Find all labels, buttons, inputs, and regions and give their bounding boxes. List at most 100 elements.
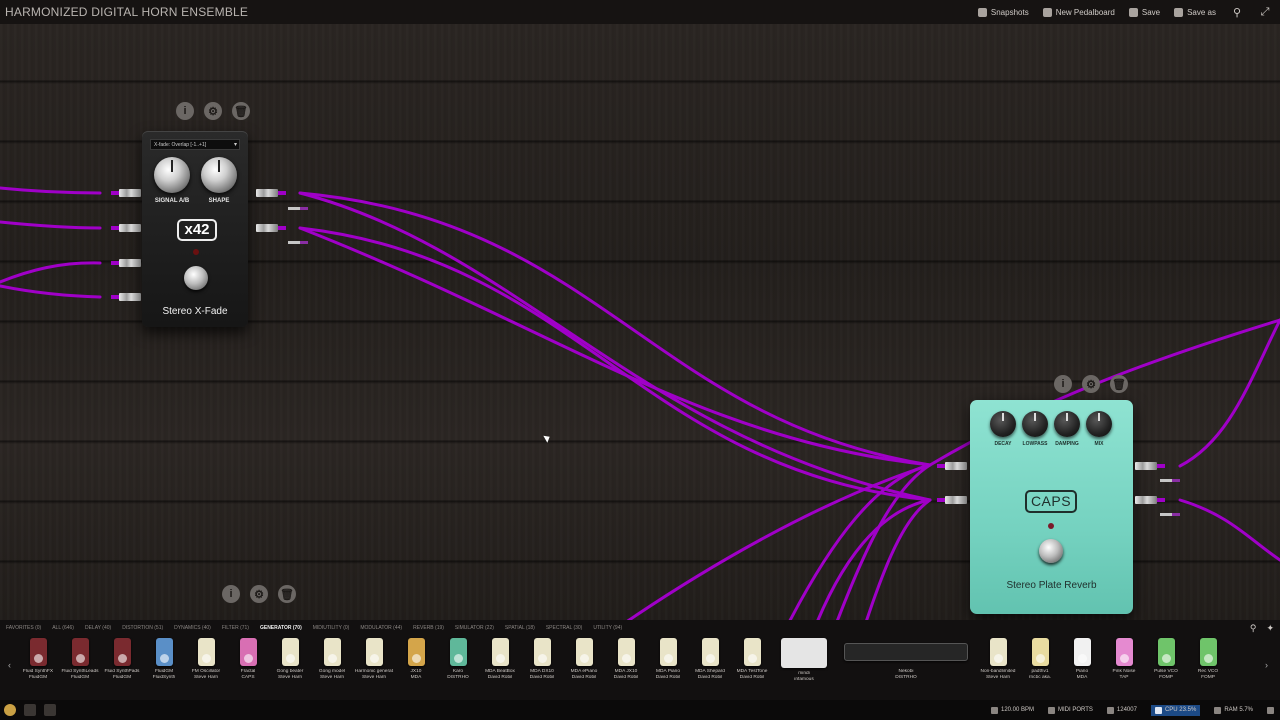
plugin-item[interactable]: MDA BeatBox David Robil <box>480 638 520 681</box>
cable-plug[interactable] <box>1160 513 1180 516</box>
output-jack[interactable] <box>1135 496 1165 504</box>
output-jack[interactable] <box>1135 462 1165 470</box>
category-tab[interactable]: REVERB (19) <box>413 625 444 631</box>
info-icon[interactable]: i <box>176 102 194 120</box>
ram-indicator[interactable]: RAM 5.7% <box>1214 706 1253 714</box>
pin-icon[interactable]: ✦ <box>1266 623 1274 634</box>
category-tab[interactable]: FAVORITES (0) <box>6 625 41 631</box>
file-manager-icon[interactable] <box>24 704 36 716</box>
plugin-item[interactable]: Piano MDA <box>1062 638 1102 681</box>
cable-plug[interactable] <box>1160 479 1180 482</box>
save-as-button[interactable]: Save as <box>1174 7 1216 17</box>
plugin-author: David Robil <box>613 675 639 680</box>
settings-icon[interactable]: ⚙ <box>204 102 222 120</box>
plugin-item[interactable]: FluidGM FluidSynth <box>144 638 184 681</box>
plugin-item[interactable]: FM Oscillator Steve Harri <box>186 638 226 681</box>
category-tab[interactable]: SPECTRAL (30) <box>546 625 583 631</box>
category-tab[interactable]: ALL (646) <box>52 625 74 631</box>
trash-icon[interactable]: 🗑 <box>1110 375 1128 393</box>
fullscreen-icon[interactable]: ⤢ <box>1258 5 1272 19</box>
plugin-item[interactable]: Pink Noise TAP <box>1104 638 1144 681</box>
chevron-right-icon[interactable]: › <box>1265 660 1268 670</box>
category-tab[interactable]: MIDIUTILITY (0) <box>313 625 350 631</box>
midi-ports-button[interactable]: MIDI PORTS <box>1048 706 1093 714</box>
topbar-actions: Snapshots New Pedalboard Save Save as ⚲ … <box>977 5 1280 19</box>
input-jack[interactable] <box>111 224 141 232</box>
plugin-item[interactable]: MDA ePiano David Robil <box>564 638 604 681</box>
plugin-item[interactable]: Non-bandlimited Steve Harri <box>978 638 1018 681</box>
plugin-author: FluidSynth <box>152 675 176 680</box>
category-tab[interactable]: FILTER (71) <box>222 625 249 631</box>
input-jack[interactable] <box>937 462 967 470</box>
plugin-item[interactable]: padthv1 rncbc aka. <box>1020 638 1060 681</box>
settings-icon[interactable]: ⚙ <box>250 585 268 603</box>
trash-icon[interactable]: 🗑 <box>278 585 296 603</box>
shape-knob[interactable] <box>201 157 237 193</box>
info-icon[interactable]: i <box>1054 375 1072 393</box>
bypass-footswitch[interactable] <box>184 266 208 290</box>
cpu-indicator[interactable]: CPU 23.5% <box>1150 704 1201 716</box>
cable-plug[interactable] <box>288 207 308 210</box>
category-tab[interactable]: MODULATOR (44) <box>360 625 402 631</box>
output-jack[interactable] <box>256 224 286 232</box>
plugin-item[interactable]: MDA JX10 David Robil <box>606 638 646 681</box>
mod-logo-icon[interactable] <box>4 704 16 716</box>
plugin-item[interactable]: mindi infamous <box>774 638 834 683</box>
stereo-plate-reverb-pedal[interactable]: DECAY LOWPASS DAMPING MIX CAPS Stereo Pl… <box>970 400 1133 614</box>
category-tab[interactable]: SIMULATOR (22) <box>455 625 494 631</box>
stereo-xfade-pedal[interactable]: X-fade: Overlap [-1..+1] SIGNAL A/B SHAP… <box>142 131 248 327</box>
bypass-footswitch[interactable] <box>1039 539 1063 563</box>
category-tab[interactable]: DYNAMICS (40) <box>174 625 211 631</box>
plugin-item[interactable]: MDA DX10 David Robil <box>522 638 562 681</box>
plugin-item[interactable]: Fluid SynthFX FluidGM <box>18 638 58 681</box>
category-tab[interactable]: SPATIAL (18) <box>505 625 535 631</box>
plugin-item[interactable]: Gong beater Steve Harri <box>270 638 310 681</box>
clock-icon <box>990 706 998 714</box>
plugin-item[interactable]: Fluid SynthPads FluidGM <box>102 638 142 681</box>
save-icon <box>1128 7 1138 17</box>
new-pedalboard-button[interactable]: New Pedalboard <box>1042 7 1115 17</box>
bpm-indicator[interactable]: 120.00 BPM <box>990 706 1034 714</box>
plugin-item[interactable]: Karo DISTRHO <box>438 638 478 681</box>
input-jack[interactable] <box>937 496 967 504</box>
save-button[interactable]: Save <box>1128 7 1160 17</box>
plugin-item[interactable]: MDA Piano David Robil <box>648 638 688 681</box>
plugin-item[interactable]: Nekobi DISTRHO <box>836 638 976 681</box>
plugin-item[interactable]: Rec VCO FOMP <box>1188 638 1228 681</box>
decay-knob[interactable] <box>990 411 1016 437</box>
plugin-item[interactable]: Fluid SynthLeads FluidGM <box>60 638 100 681</box>
plugin-item[interactable]: MDA Shepard David Robil <box>690 638 730 681</box>
input-jack[interactable] <box>111 259 141 267</box>
category-tab[interactable]: UTILITY (94) <box>593 625 622 631</box>
plugin-item[interactable]: MDA TestTone David Robil <box>732 638 772 681</box>
info-icon[interactable]: i <box>222 585 240 603</box>
plugin-item[interactable]: Pulse VCO FOMP <box>1146 638 1186 681</box>
input-jack[interactable] <box>111 293 141 301</box>
plugin-item[interactable]: Gong model Steve Harri <box>312 638 352 681</box>
plugin-item[interactable]: Harmonic generat Steve Harri <box>354 638 394 681</box>
search-icon[interactable]: ⚲ <box>1230 5 1244 19</box>
signal-ab-knob[interactable] <box>154 157 190 193</box>
snapshots-button[interactable]: Snapshots <box>977 7 1029 17</box>
search-icon[interactable]: ⚲ <box>1250 623 1257 634</box>
buffer-indicator[interactable]: 124007 <box>1106 706 1137 714</box>
output-jack[interactable] <box>256 189 286 197</box>
trash-icon[interactable]: 🗑 <box>232 102 250 120</box>
bank-icon[interactable] <box>44 704 56 716</box>
plugin-item[interactable]: Fractal CAPS <box>228 638 268 681</box>
cable-plug[interactable] <box>288 241 308 244</box>
plugin-thumbnail <box>449 638 467 666</box>
lowpass-knob[interactable] <box>1022 411 1048 437</box>
xfade-mode-select[interactable]: X-fade: Overlap [-1..+1] <box>150 139 240 150</box>
input-jack[interactable] <box>111 189 141 197</box>
category-tab[interactable]: DELAY (40) <box>85 625 111 631</box>
plugin-author: MDA <box>1076 675 1088 680</box>
category-tab[interactable]: DISTORTION (51) <box>122 625 163 631</box>
settings-icon[interactable]: ⚙ <box>1082 375 1100 393</box>
chevron-left-icon[interactable]: ‹ <box>8 660 11 670</box>
mix-knob[interactable] <box>1086 411 1112 437</box>
plugin-item[interactable]: JX10 MDA <box>396 638 436 681</box>
connection-icon[interactable] <box>1267 706 1274 714</box>
damping-knob[interactable] <box>1054 411 1080 437</box>
category-tab[interactable]: GENERATOR (70) <box>260 625 302 631</box>
